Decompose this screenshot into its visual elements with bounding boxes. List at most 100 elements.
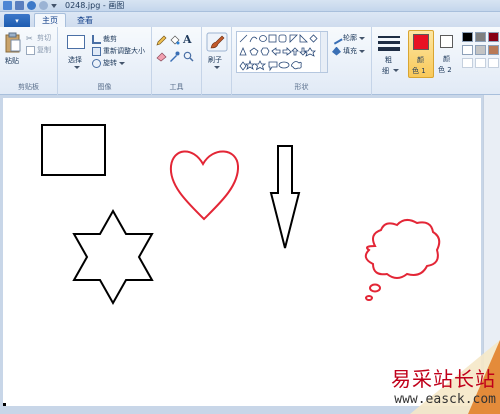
palette-color-brown[interactable] [488, 45, 499, 55]
color2-label-line2: 色 2 [438, 66, 452, 74]
drawn-thought-bubble [364, 219, 441, 301]
select-rectangle-icon [67, 35, 85, 49]
color1-swatch [413, 34, 429, 50]
crop-icon [92, 34, 101, 44]
select-label: 选择 [68, 56, 82, 64]
resize-icon [92, 46, 101, 56]
scissors-icon: ✂ [26, 33, 33, 43]
size-line-medium [378, 41, 400, 44]
shapes-scrollbar[interactable] [320, 32, 327, 72]
file-menu-button[interactable]: ▾ [4, 14, 30, 27]
resize-button[interactable]: 重新调整大小 [92, 46, 145, 56]
rotate-dropdown-icon [119, 61, 125, 65]
fill-dropdown-icon [359, 49, 365, 53]
size-button[interactable]: 粗 细 [376, 31, 404, 77]
fill-button[interactable]: 填充 [332, 46, 365, 56]
watermark-brand: 易采站长站 [391, 367, 496, 391]
color-palette [462, 32, 500, 72]
crop-label: 裁剪 [103, 35, 117, 43]
tools-group-label: 工具 [169, 83, 184, 91]
paste-button[interactable]: 粘贴 [3, 31, 23, 71]
title-bar: 0248.jpg - 画图 [0, 0, 500, 12]
palette-color-empty-2[interactable] [475, 58, 486, 68]
window-title: 0248.jpg - 画图 [65, 1, 125, 10]
color2-swatch [440, 35, 453, 48]
redo-icon[interactable] [39, 1, 48, 10]
copy-icon [26, 45, 35, 55]
shapes-group: 轮廓 填充 形状 [232, 27, 372, 95]
paint-app-icon[interactable] [3, 1, 12, 10]
color1-button[interactable]: 颜 色 1 [408, 30, 434, 78]
outline-button[interactable]: 轮廓 [330, 31, 365, 45]
palette-color-black[interactable] [462, 32, 473, 42]
paste-icon [5, 32, 21, 53]
size-dropdown-icon [393, 69, 399, 72]
tab-home-label: 主页 [42, 16, 58, 25]
image-group: 选择 裁剪 重新调整大小 旋转 图像 [58, 27, 152, 95]
canvas-corner-handle[interactable] [3, 403, 6, 406]
eraser-icon[interactable] [156, 51, 167, 62]
watermark-url: www.easck.com [394, 392, 496, 407]
shapes-gallery-icons [239, 34, 318, 72]
palette-color-light-gray[interactable] [475, 45, 486, 55]
brushes-dropdown-icon [214, 66, 220, 69]
ribbon-tabs: ▾ 主页 查看 [0, 12, 500, 27]
copy-label: 复制 [37, 46, 51, 54]
outline-label: 轮廓 [343, 34, 357, 42]
fill-icon [332, 46, 341, 56]
fill-bucket-icon[interactable] [169, 35, 180, 46]
tools-group: A 工具 [152, 27, 202, 95]
palette-color-empty-1[interactable] [462, 58, 473, 68]
select-dropdown-icon [74, 66, 80, 69]
outline-dropdown-icon [359, 36, 365, 40]
copy-button[interactable]: 复制 [26, 45, 51, 55]
rotate-label: 旋转 [103, 59, 117, 67]
palette-color-white[interactable] [462, 45, 473, 55]
size-line-thick [378, 47, 400, 51]
cut-label: 剪切 [37, 34, 51, 42]
color2-button[interactable]: 颜 色 2 [436, 30, 460, 78]
size-label-line2: 细 [382, 67, 389, 75]
drawn-six-point-star [72, 208, 154, 306]
brushes-button[interactable]: 刷子 [205, 31, 229, 75]
ribbon: 粘贴 ✂ 剪切 复制 剪贴板 选择 裁剪 重新调整大小 旋转 图像 A 工具 刷… [0, 27, 500, 95]
palette-color-empty-3[interactable] [488, 58, 499, 68]
resize-label: 重新调整大小 [103, 47, 145, 55]
paste-label: 粘贴 [5, 57, 19, 65]
shapes-group-label: 形状 [294, 83, 309, 91]
color1-label-line2: 色 1 [412, 67, 426, 75]
fill-label: 填充 [343, 47, 357, 55]
save-icon[interactable] [15, 1, 24, 10]
shapes-gallery [236, 31, 328, 73]
image-group-label: 图像 [97, 83, 112, 91]
drawn-down-arrow [269, 145, 301, 249]
crop-button[interactable]: 裁剪 [92, 34, 117, 44]
size-line-thin [378, 36, 400, 38]
file-menu-label: ▾ [15, 16, 19, 25]
undo-icon[interactable] [27, 1, 36, 10]
brush-icon [206, 32, 228, 52]
select-button[interactable]: 选择 [66, 33, 88, 71]
magnifier-icon[interactable] [183, 51, 194, 62]
rotate-icon [92, 58, 101, 68]
tab-view[interactable]: 查看 [70, 13, 100, 27]
color2-label-line1: 颜 [443, 55, 450, 63]
drawn-rectangle [41, 124, 106, 176]
text-tool-icon[interactable]: A [183, 33, 192, 46]
palette-color-dark-red[interactable] [488, 32, 499, 42]
brushes-group: 刷子 [202, 27, 232, 95]
clipboard-group-label: 剪贴板 [18, 83, 39, 91]
pencil-icon[interactable] [156, 35, 167, 46]
outline-icon [330, 31, 343, 45]
tab-view-label: 查看 [77, 15, 93, 25]
palette-color-gray[interactable] [475, 32, 486, 42]
drawn-heart [169, 150, 240, 221]
quick-access-dropdown-icon[interactable] [51, 3, 57, 8]
color1-label-line1: 颜 [417, 56, 424, 64]
rotate-button[interactable]: 旋转 [92, 58, 125, 68]
brushes-label: 刷子 [208, 56, 222, 64]
tab-home[interactable]: 主页 [34, 13, 66, 27]
color-picker-icon[interactable] [169, 51, 180, 62]
size-label-line1: 粗 [385, 56, 392, 64]
cut-button[interactable]: ✂ 剪切 [26, 33, 51, 43]
